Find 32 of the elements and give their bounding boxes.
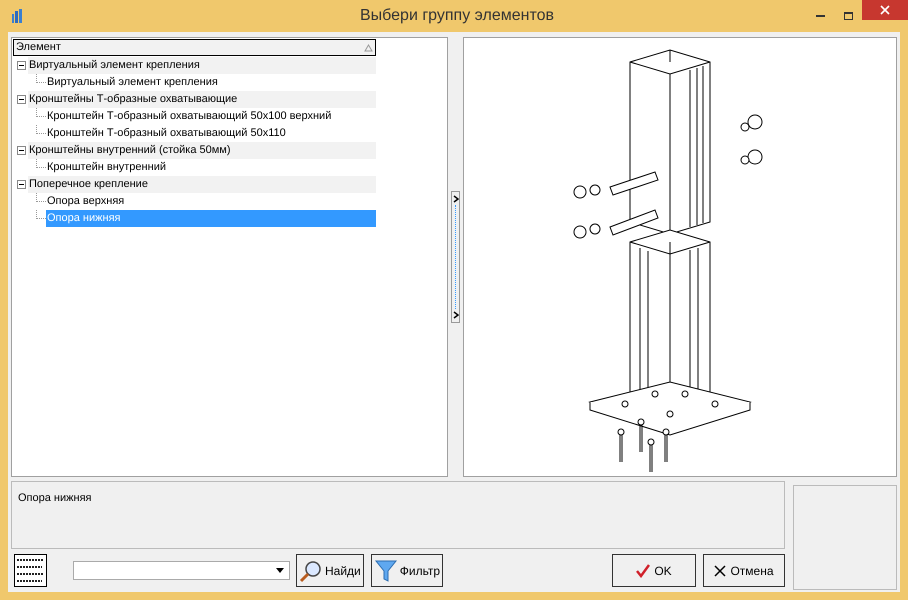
chevron-right-icon	[452, 311, 458, 319]
tree-item[interactable]: Кронштейны внутренний (стойка 50мм)	[28, 142, 376, 159]
collapse-toggle[interactable]	[17, 146, 26, 155]
splitter-handle[interactable]	[451, 191, 460, 323]
app-icon	[12, 9, 22, 23]
ok-button[interactable]: OK	[612, 554, 696, 587]
filter-button[interactable]: Фильтр	[370, 554, 444, 587]
collapse-toggle[interactable]	[17, 95, 26, 104]
chevron-right-icon	[452, 195, 458, 203]
funnel-icon	[374, 558, 398, 582]
tree-item[interactable]: Кронштейн внутренний	[46, 159, 376, 176]
tree-item[interactable]: Кронштейны Т-образные охватывающие	[28, 91, 376, 108]
tree-item[interactable]: Поперечное крепление	[28, 176, 376, 193]
close-icon	[880, 5, 890, 15]
sort-icon	[364, 44, 373, 52]
magnifier-icon	[299, 558, 323, 582]
find-button[interactable]: Найди	[296, 554, 364, 587]
column-header[interactable]: Элемент	[13, 39, 376, 56]
description-text: Опора нижняя	[18, 492, 92, 504]
tree-item[interactable]: Опора верхняя	[46, 193, 376, 210]
window-title: Выбери группу элементов	[360, 6, 554, 26]
tree-item[interactable]: Кронштейн Т-образный охватывающий 50х110	[46, 125, 376, 142]
collapse-toggle[interactable]	[17, 180, 26, 189]
close-button[interactable]	[862, 0, 908, 20]
checkmark-icon	[636, 564, 650, 578]
close-icon	[714, 564, 726, 576]
cancel-button[interactable]: Отмена	[703, 554, 785, 587]
tree-item[interactable]: Виртуальный элемент крепления	[46, 74, 376, 91]
tree-item[interactable]: Кронштейн Т-образный охватывающий 50х100 верхний	[46, 108, 376, 125]
tree-item[interactable]: Виртуальный элемент крепления	[28, 57, 376, 74]
dropdown-arrow-icon	[276, 568, 284, 573]
collapse-toggle[interactable]	[17, 61, 26, 70]
